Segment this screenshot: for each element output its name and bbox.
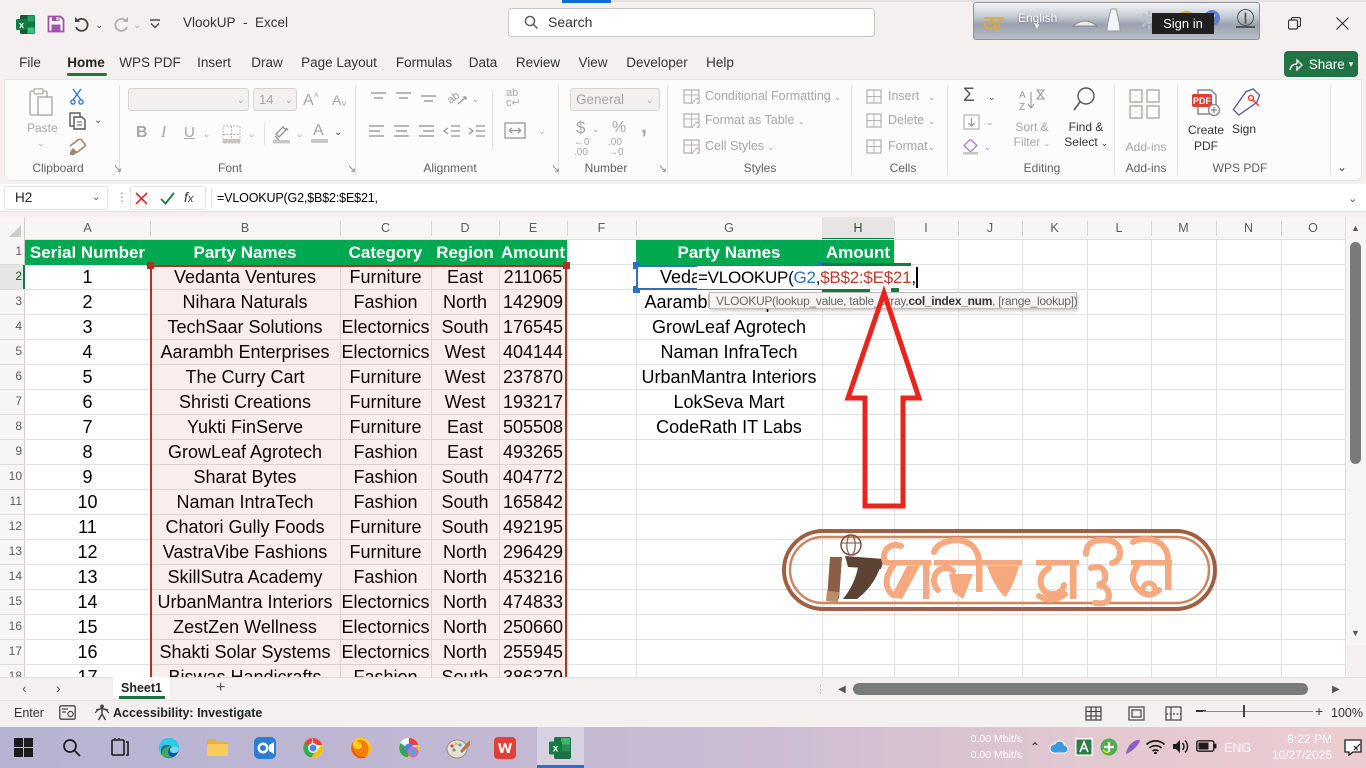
svg-text:x: x: [553, 744, 559, 755]
svg-text:ab: ab: [448, 90, 462, 107]
svg-text:A: A: [1019, 90, 1026, 101]
svg-text:Z: Z: [1019, 102, 1025, 112]
svg-text:x: x: [19, 20, 24, 30]
svg-text:PDF: PDF: [1193, 96, 1212, 106]
